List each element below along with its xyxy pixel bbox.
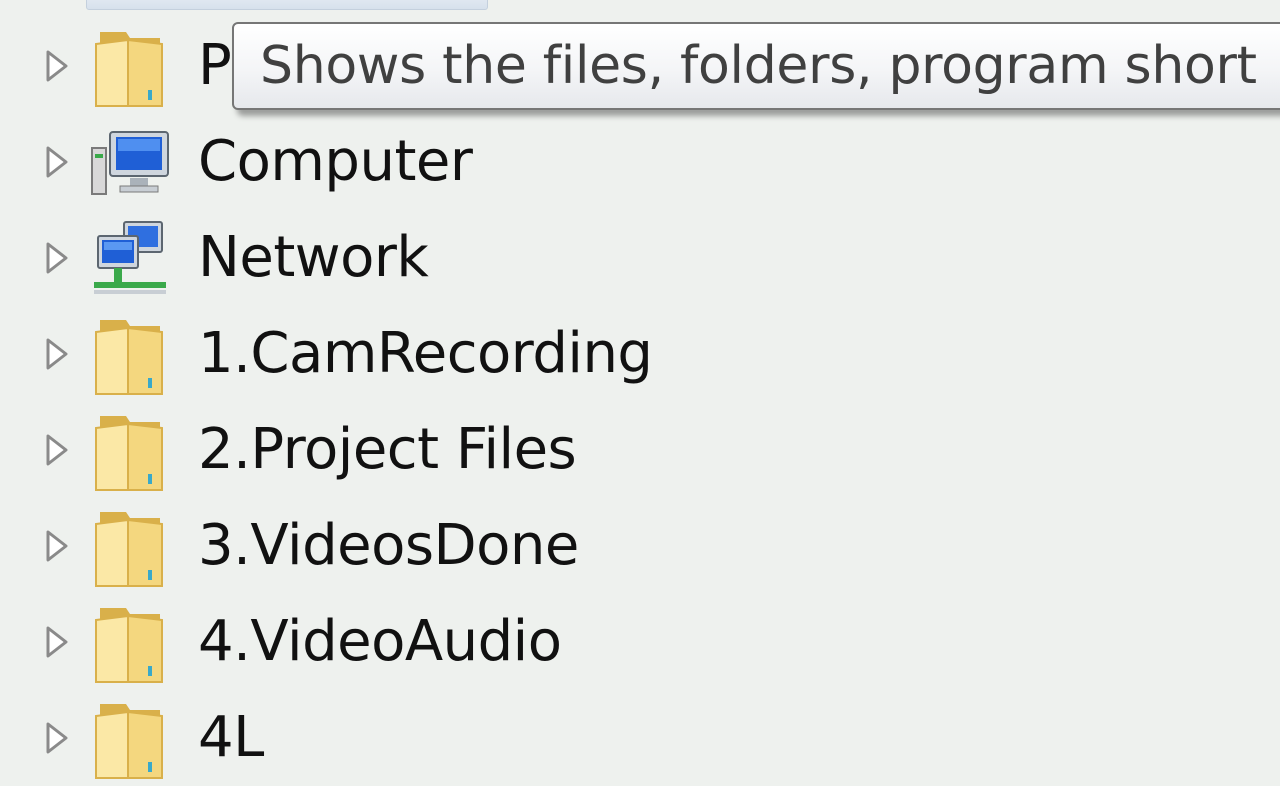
tree-item-label: 1.CamRecording xyxy=(198,321,653,386)
folder-icon xyxy=(95,32,163,107)
tree-item-label: 4.VideoAudio xyxy=(198,609,562,674)
folder-icon xyxy=(95,704,163,779)
tree-item-videoaudio[interactable]: 4.VideoAudio xyxy=(0,594,1280,690)
tree-item-videosdone[interactable]: 3.VideosDone xyxy=(0,498,1280,594)
tree-item-computer[interactable]: Computer xyxy=(0,114,1280,210)
expand-arrow-icon[interactable] xyxy=(44,721,70,755)
tree-item-project-files[interactable]: 2.Project Files xyxy=(0,402,1280,498)
tree-item-camrecording[interactable]: 1.CamRecording xyxy=(0,306,1280,402)
folder-icon xyxy=(95,608,163,683)
tree-item-label: 2.Project Files xyxy=(198,417,577,482)
expand-arrow-icon[interactable] xyxy=(44,145,70,179)
expand-arrow-icon[interactable] xyxy=(44,529,70,563)
expand-arrow-icon[interactable] xyxy=(44,433,70,467)
expand-arrow-icon[interactable] xyxy=(44,337,70,371)
tree-item-network[interactable]: Network xyxy=(0,210,1280,306)
folder-icon xyxy=(95,512,163,587)
tooltip-text: Shows the files, folders, program short xyxy=(260,36,1257,96)
expand-arrow-icon[interactable] xyxy=(44,49,70,83)
tooltip: Shows the files, folders, program short xyxy=(232,22,1280,110)
navigation-pane: P Computer Network 1.CamRecording 2.Proj… xyxy=(0,0,1280,779)
network-icon xyxy=(94,221,166,294)
expand-arrow-icon[interactable] xyxy=(44,241,70,275)
computer-icon xyxy=(91,131,169,195)
tree-item-partial[interactable]: 4L xyxy=(0,690,1280,786)
tree-item-label: Computer xyxy=(198,129,473,194)
tree-item-label: 4L xyxy=(198,705,264,770)
tree-item-label: Network xyxy=(198,225,429,290)
folder-icon xyxy=(95,416,163,491)
expand-arrow-icon[interactable] xyxy=(44,625,70,659)
tree-item-label: 3.VideosDone xyxy=(198,513,579,578)
selected-tree-item-partial[interactable] xyxy=(86,0,488,10)
folder-icon xyxy=(95,320,163,395)
tree-item-label: P xyxy=(198,33,232,98)
